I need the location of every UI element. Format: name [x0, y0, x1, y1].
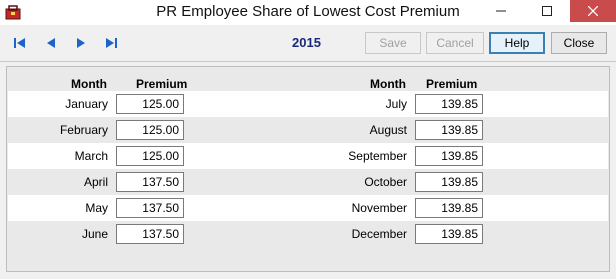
- table-row: January 125.00 July 139.85: [8, 91, 608, 117]
- premium-panel: Month Premium Month Premium January 125.…: [6, 66, 610, 272]
- year-label: 2015: [292, 35, 321, 50]
- premium-field[interactable]: 139.85: [415, 198, 483, 218]
- next-record-icon[interactable]: [74, 36, 88, 50]
- close-button[interactable]: Close: [551, 32, 607, 54]
- table-row: May 137.50 November 139.85: [8, 195, 608, 221]
- month-label: February: [59, 123, 108, 137]
- toolbar: 2015 Save Cancel Help Close: [0, 25, 616, 62]
- premium-field[interactable]: 139.85: [415, 224, 483, 244]
- help-button[interactable]: Help: [489, 32, 545, 54]
- premium-field[interactable]: 125.00: [116, 94, 184, 114]
- month-label: April: [83, 175, 108, 189]
- first-record-icon[interactable]: [13, 36, 27, 50]
- premium-field[interactable]: 137.50: [116, 172, 184, 192]
- previous-record-icon[interactable]: [44, 36, 58, 50]
- minimize-icon[interactable]: [478, 0, 524, 22]
- table-row: March 125.00 September 139.85: [8, 143, 608, 169]
- right-month-header: Month: [370, 77, 406, 91]
- maximize-icon[interactable]: [524, 0, 570, 22]
- last-record-icon[interactable]: [104, 36, 118, 50]
- premium-field[interactable]: 139.85: [415, 120, 483, 140]
- month-label: June: [81, 227, 108, 241]
- table-row: June 137.50 December 139.85: [8, 221, 608, 247]
- cancel-button[interactable]: Cancel: [426, 32, 484, 54]
- table-row: April 137.50 October 139.85: [8, 169, 608, 195]
- close-icon[interactable]: [570, 0, 616, 22]
- premium-field[interactable]: 125.00: [116, 146, 184, 166]
- month-label: January: [65, 97, 108, 111]
- save-button[interactable]: Save: [365, 32, 421, 54]
- month-label: August: [369, 123, 407, 137]
- title-bar: PR Employee Share of Lowest Cost Premium: [0, 0, 616, 25]
- premium-field[interactable]: 125.00: [116, 120, 184, 140]
- premium-field[interactable]: 137.50: [116, 198, 184, 218]
- premium-field[interactable]: 137.50: [116, 224, 184, 244]
- month-label: September: [348, 149, 407, 163]
- right-premium-header: Premium: [426, 77, 478, 91]
- left-month-header: Month: [71, 77, 107, 91]
- premium-field[interactable]: 139.85: [415, 146, 483, 166]
- month-label: May: [85, 201, 108, 215]
- premium-field[interactable]: 139.85: [415, 172, 483, 192]
- month-label: July: [385, 97, 407, 111]
- month-label: November: [351, 201, 407, 215]
- month-label: December: [351, 227, 407, 241]
- left-premium-header: Premium: [136, 77, 188, 91]
- month-label: March: [74, 149, 108, 163]
- premium-field[interactable]: 139.85: [415, 94, 483, 114]
- month-label: October: [364, 175, 407, 189]
- table-row: February 125.00 August 139.85: [8, 117, 608, 143]
